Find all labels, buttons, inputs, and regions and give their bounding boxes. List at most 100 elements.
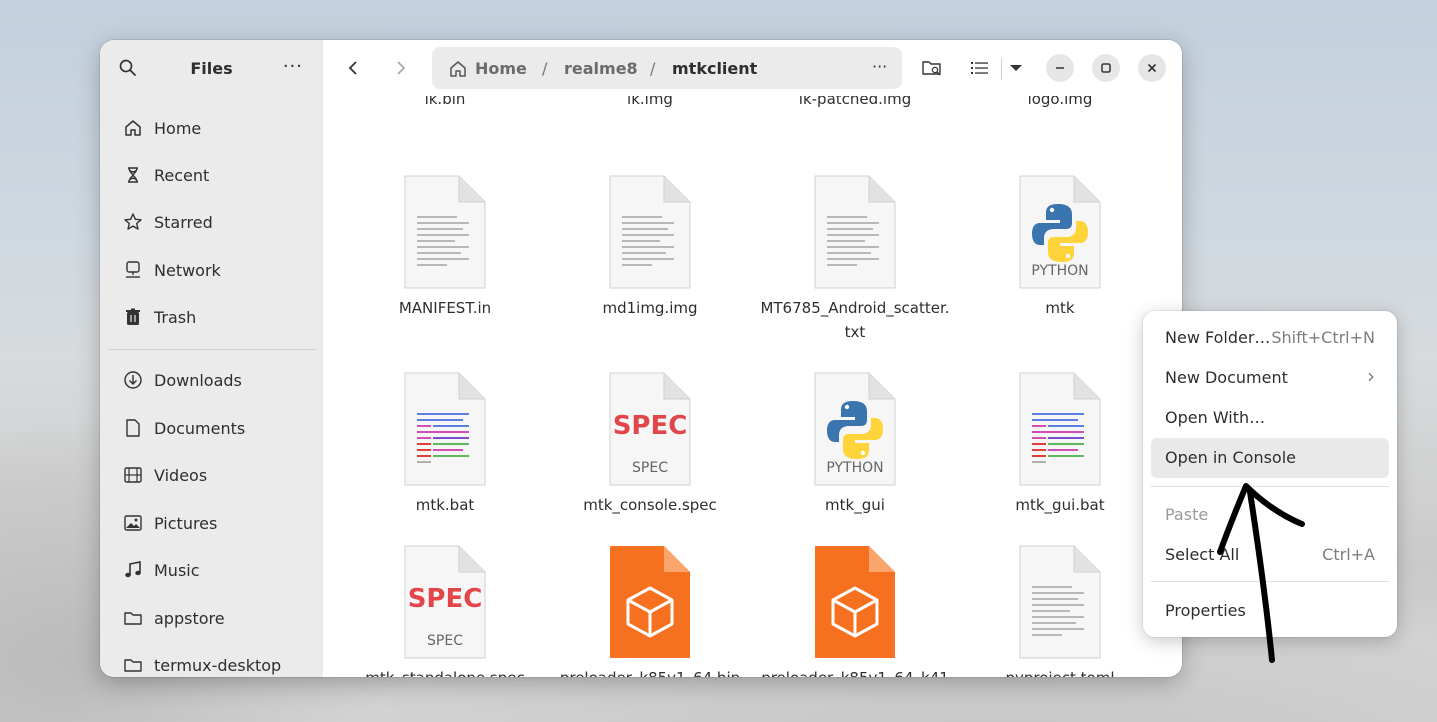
minimize-button[interactable] <box>1046 54 1074 82</box>
sidebar-item-label: Videos <box>154 465 208 485</box>
sidebar-header: Files ··· <box>100 40 323 96</box>
file-manager-window: Files ··· Home Recent Starred Network Tr… <box>100 40 1182 677</box>
sidebar-menu-button[interactable]: ··· <box>283 56 303 77</box>
file-item[interactable]: pyproject.toml <box>965 542 1155 677</box>
file-type-label: SPEC <box>407 584 483 614</box>
file-item[interactable]: MT6785_Android_scatter.txt <box>760 172 950 344</box>
close-button[interactable] <box>1138 54 1166 82</box>
file-name: MANIFEST.in <box>398 299 492 317</box>
menu-item-shortcut: Ctrl+A <box>1322 545 1375 564</box>
star-icon <box>122 211 144 233</box>
close-icon <box>1147 63 1157 73</box>
sidebar-separator <box>108 349 317 350</box>
file-name: pyproject.toml <box>965 666 1155 677</box>
minimize-icon <box>1056 67 1064 69</box>
path-separator: / <box>542 59 548 78</box>
folder-icon <box>122 607 144 629</box>
script-file-icon <box>397 369 493 493</box>
file-name: MT6785_Android_scatter.txt <box>760 299 950 341</box>
file-item[interactable]: PYTHON mtk_gui <box>760 369 950 517</box>
file-name: preloader_k85v1_64_k419.bin <box>760 666 950 677</box>
python-file-icon: PYTHON <box>807 369 903 493</box>
path-bar: Home / realme8 / mtkclient ··· <box>432 47 902 89</box>
file-item[interactable]: SPEC SPEC mtk_console.spec <box>555 369 745 517</box>
sidebar-item-home[interactable]: Home <box>108 108 315 148</box>
file-item[interactable]: mtk_gui.bat <box>965 369 1155 517</box>
path-segment-realme8[interactable]: realme8 <box>564 59 638 78</box>
sidebar-item-documents[interactable]: Documents <box>108 408 315 448</box>
sidebar-item-label: Pictures <box>154 513 218 533</box>
sidebar-item-starred[interactable]: Starred <box>108 202 315 242</box>
text-file-icon <box>807 172 903 296</box>
view-toggle-button[interactable] <box>965 53 995 83</box>
path-segment-home[interactable]: Home <box>475 59 527 78</box>
sidebar-item-label: Network <box>154 260 221 280</box>
maximize-button[interactable] <box>1092 54 1120 82</box>
menu-item-open-with[interactable]: Open With… <box>1151 399 1389 437</box>
chevron-left-icon <box>348 61 357 75</box>
network-icon <box>122 259 144 281</box>
path-menu-button[interactable]: ··· <box>872 57 887 76</box>
sidebar-item-network[interactable]: Network <box>108 250 315 290</box>
sidebar-item-label: appstore <box>154 608 225 628</box>
file-name[interactable]: lk.img <box>555 96 745 108</box>
text-file-icon <box>602 172 698 296</box>
sidebar-item-label: Documents <box>154 418 246 438</box>
spec-file-icon: SPEC SPEC <box>397 542 493 666</box>
file-name: preloader_k85v1_64.bin <box>555 666 745 677</box>
search-location-button[interactable] <box>917 53 947 83</box>
file-name[interactable]: lk.bin <box>350 96 540 108</box>
file-grid[interactable]: lk.bin lk.img lk-patched.img logo.img MA… <box>323 96 1182 677</box>
film-icon <box>122 464 144 486</box>
music-note-icon <box>122 559 144 581</box>
file-type-label: SPEC <box>612 411 688 441</box>
sidebar-item-recent[interactable]: Recent <box>108 155 315 195</box>
menu-item-label: New Folder… <box>1165 328 1271 347</box>
file-item[interactable]: PYTHON mtk <box>965 172 1155 320</box>
file-item[interactable]: SPEC SPEC mtk_standalone.spec <box>350 542 540 677</box>
file-name: mtk_standalone.spec <box>350 666 540 677</box>
forward-button[interactable] <box>385 54 417 82</box>
sidebar-item-label: Starred <box>154 212 213 232</box>
menu-item-new-document[interactable]: New Document › <box>1151 359 1389 397</box>
sidebar: Files ··· Home Recent Starred Network Tr… <box>100 40 323 677</box>
document-icon <box>122 417 144 439</box>
path-segment-mtkclient[interactable]: mtkclient <box>672 59 757 78</box>
sidebar-item-pictures[interactable]: Pictures <box>108 503 315 543</box>
file-item[interactable]: md1img.img <box>555 172 745 320</box>
file-name[interactable]: lk-patched.img <box>760 96 950 108</box>
menu-item-label: Open in Console <box>1165 448 1297 467</box>
file-item[interactable]: mtk.bat <box>350 369 540 517</box>
sidebar-item-videos[interactable]: Videos <box>108 455 315 495</box>
text-file-icon <box>1012 542 1108 666</box>
sidebar-item-label: Downloads <box>154 370 242 390</box>
sidebar-item-label: Music <box>154 560 200 580</box>
sidebar-item-music[interactable]: Music <box>108 550 315 590</box>
file-name: mtk.bat <box>415 496 475 514</box>
spec-file-icon: SPEC SPEC <box>602 369 698 493</box>
file-name: mtk_gui <box>825 496 885 514</box>
sidebar-item-appstore[interactable]: appstore <box>108 598 315 638</box>
sidebar-item-label: Trash <box>154 307 197 327</box>
sidebar-item-trash[interactable]: Trash <box>108 297 315 337</box>
sidebar-item-label: Home <box>154 118 202 138</box>
home-icon <box>450 61 466 77</box>
sidebar-item-downloads[interactable]: Downloads <box>108 360 315 400</box>
path-separator: / <box>650 59 656 78</box>
back-button[interactable] <box>337 54 369 82</box>
binary-package-icon <box>602 542 698 666</box>
chevron-right-icon: › <box>1367 364 1375 388</box>
menu-item-new-folder[interactable]: New Folder… Shift+Ctrl+N <box>1151 319 1389 357</box>
file-type-badge: PYTHON <box>826 460 884 476</box>
list-view-icon <box>971 62 988 74</box>
trash-icon <box>122 306 144 328</box>
file-item[interactable]: preloader_k85v1_64.bin <box>555 542 745 677</box>
file-name[interactable]: logo.img <box>965 96 1155 108</box>
maximize-icon <box>1101 63 1111 73</box>
folder-search-icon <box>922 61 941 76</box>
file-item[interactable]: preloader_k85v1_64_k419.bin <box>760 542 950 677</box>
file-item[interactable]: MANIFEST.in <box>350 172 540 320</box>
text-file-icon <box>397 172 493 296</box>
view-options-button[interactable] <box>1001 53 1031 83</box>
sidebar-item-termux-desktop[interactable]: termux-desktop <box>108 645 315 677</box>
